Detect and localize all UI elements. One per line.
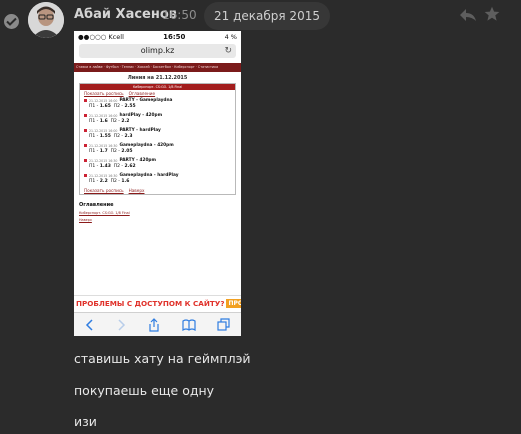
event-name: Gameplaydna - 420pm <box>119 143 174 148</box>
event-name: PARTY - hardPlay <box>119 128 161 133</box>
forward-icon <box>118 318 126 331</box>
line-title: Линия на 21.12.2015 <box>127 75 188 81</box>
contents-link: Оглавление <box>128 91 156 96</box>
address-bar: olimp.kz ↻ <box>79 44 236 58</box>
event-name: PARTY - Gameplaydna <box>119 98 173 103</box>
reply-arrow-icon <box>460 9 476 21</box>
odds-p1: 1.43 <box>99 164 111 169</box>
event-row: 21.12.2015 16:30 PARTY - 420pm П1 - 1.43 … <box>80 157 235 172</box>
event-name: PARTY - 420pm <box>119 158 156 163</box>
tabs-icon <box>217 318 230 331</box>
site-nav-text: Ставки в лайве · Футбол · Теннис · Хокке… <box>76 65 219 69</box>
events-links: Показать роспись Оглавление <box>80 90 235 97</box>
banner-button: ПРОЧТИ <box>226 298 241 308</box>
up-link: Наверх <box>128 188 145 193</box>
bookmarks-icon <box>181 318 196 331</box>
star-icon <box>484 6 500 21</box>
site-nav-bar: Ставки в лайве · Футбол · Теннис · Хокке… <box>74 63 241 72</box>
odds-p2: 1.6 <box>121 179 130 184</box>
battery-label: 4 % <box>224 33 237 41</box>
event-row: 21.12.2015 16:00 PARTY - hardPlay П1 - 1.… <box>80 127 235 142</box>
show-all-link-bottom: Показать роспись <box>84 188 124 193</box>
event-row: 21.12.2015 16:30 Gameplaydna - hardPlay П… <box>80 172 235 187</box>
favorite-button[interactable] <box>484 6 500 26</box>
carrier-label: ●●○○○ Kcell <box>78 33 124 41</box>
odds-p2: 2.55 <box>124 104 136 109</box>
event-row: 21.12.2015 16:00 hardPlay - 420pm П1 - 1.… <box>80 112 235 127</box>
message-text: ставишь хату на геймплэй <box>74 351 251 366</box>
events-box: Киберспорт. CS:GO. 1/8 Final Показать ро… <box>79 83 236 195</box>
contents-item: Киберспорт. CS:GO. 1/8 Final <box>79 211 130 215</box>
attached-screenshot[interactable]: ●●○○○ Kcell 16:50 4 % olimp.kz ↻ Ставки … <box>74 31 241 336</box>
event-time: 21.12.2015 16:30 <box>89 143 118 148</box>
odds-p2: 2.3 <box>124 134 133 139</box>
contents-up-link: Наверх <box>79 218 92 222</box>
event-time: 21.12.2015 16:00 <box>89 98 118 103</box>
message-text: покупаешь еще одну <box>74 383 215 398</box>
odds-p1: 1.55 <box>99 134 111 139</box>
events-footer-links: Показать роспись Наверх <box>80 187 235 194</box>
event-name: hardPlay - 420pm <box>119 113 163 118</box>
share-icon <box>149 317 159 332</box>
odds-p1: 1.7 <box>99 149 108 154</box>
show-all-link: Показать роспись <box>84 91 124 96</box>
banner-text: ПРОБЛЕМЫ С ДОСТУПОМ К САЙТУ? <box>76 298 225 308</box>
reply-button[interactable] <box>459 7 477 26</box>
event-row: 21.12.2015 16:30 Gameplaydna - 420pm П1 -… <box>80 142 235 157</box>
odds-p1: 1.6 <box>99 119 108 124</box>
event-name: Gameplaydna - hardPlay <box>119 173 179 178</box>
back-icon <box>85 318 93 331</box>
avatar-photo-icon <box>28 2 64 38</box>
message-selected-check-icon[interactable] <box>4 14 19 29</box>
message-time: 16:50 <box>162 8 197 22</box>
message-text: изи <box>74 414 97 429</box>
odds-p2: 2.05 <box>121 149 133 154</box>
date-separator: 21 декабря 2015 <box>204 2 330 30</box>
browser-toolbar <box>74 312 241 336</box>
address-url: olimp.kz <box>140 46 175 55</box>
odds-p1: 1.65 <box>99 104 111 109</box>
avatar[interactable] <box>28 2 64 38</box>
contents-heading: Оглавление <box>79 202 114 208</box>
event-time: 21.12.2015 16:30 <box>89 158 118 163</box>
access-problem-banner: ПРОБЛЕМЫ С ДОСТУПОМ К САЙТУ? ПРОЧТИ <box>74 295 241 310</box>
phone-clock: 16:50 <box>163 33 186 41</box>
reload-icon: ↻ <box>224 46 232 56</box>
event-time: 21.12.2015 16:00 <box>89 113 118 118</box>
event-time: 21.12.2015 16:30 <box>89 173 118 178</box>
phone-status-bar: ●●○○○ Kcell 16:50 4 % <box>74 31 241 43</box>
odds-p1: 2.2 <box>99 179 108 184</box>
odds-p2: 2.62 <box>124 164 136 169</box>
event-time: 21.12.2015 16:00 <box>89 128 118 133</box>
odds-p2: 2.2 <box>121 119 130 124</box>
event-row: 21.12.2015 16:00 PARTY - Gameplaydna П1 -… <box>80 97 235 112</box>
